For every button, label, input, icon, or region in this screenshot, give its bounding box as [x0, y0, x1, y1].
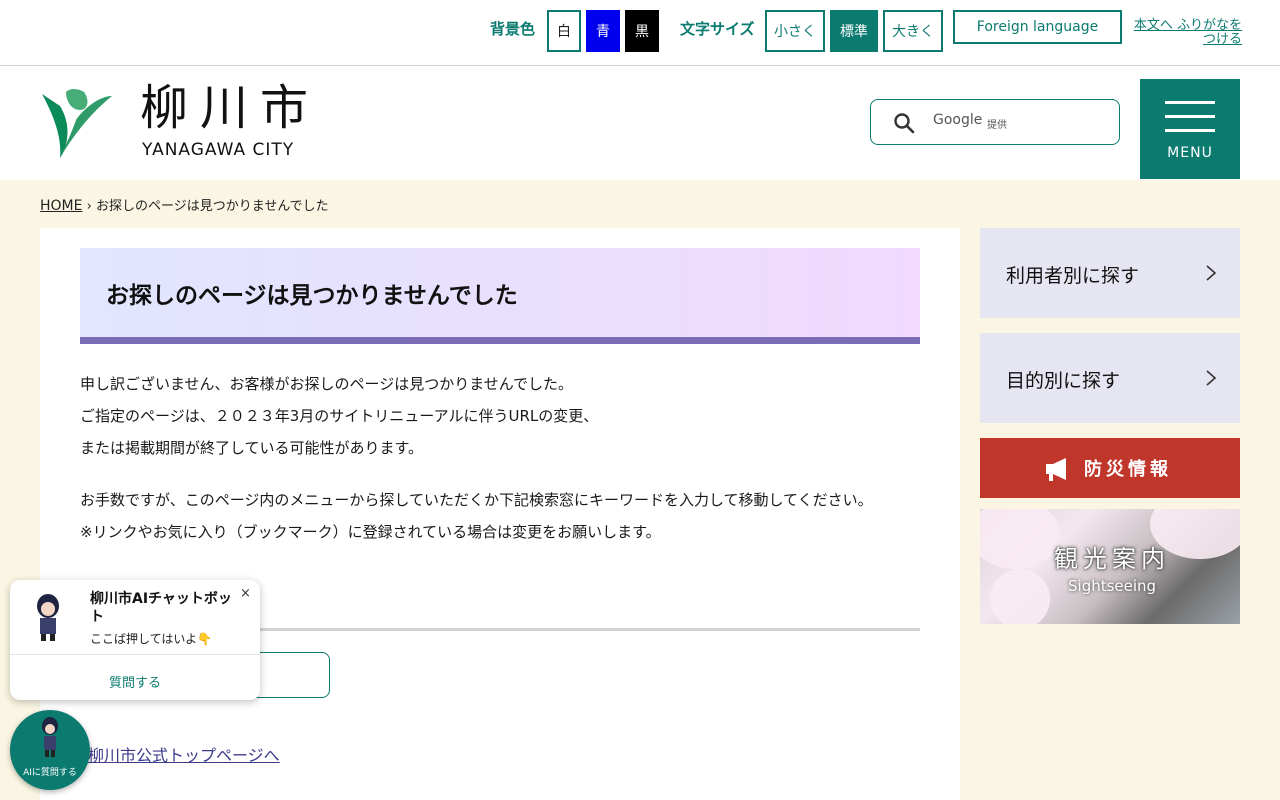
disaster-info-label: 防災情報: [1084, 459, 1172, 480]
close-icon[interactable]: ×: [240, 586, 251, 601]
cherry-blossom-decoration: [980, 509, 1060, 569]
hamburger-icon: [1165, 101, 1215, 104]
search-by-user-label: 利用者別に探す: [1006, 265, 1140, 287]
content-area: HOME › お探しのページは見つかりませんでした お探しのページは見つかりませ…: [0, 180, 1280, 800]
search-by-purpose-label: 目的別に探す: [1006, 370, 1121, 392]
chatbot-launcher-button[interactable]: AIに質問する: [10, 710, 90, 790]
ask-question-button[interactable]: 質問する: [10, 672, 260, 691]
message-line: ※リンクやお気に入り（ブックマーク）に登録されている場合は変更をお願いします。: [80, 523, 661, 541]
sightseeing-banner[interactable]: 観光案内 Sightseeing: [980, 509, 1240, 624]
sightseeing-english: Sightseeing: [1068, 577, 1157, 595]
chatbot-title: 柳川市AIチャットボット: [90, 591, 232, 625]
bg-blue-button[interactable]: 青: [586, 10, 620, 52]
menu-label: MENU: [1167, 145, 1213, 161]
top-page-link[interactable]: 柳川市公式トップページへ: [88, 742, 280, 766]
chevron-right-icon: [1206, 265, 1217, 281]
message-line: または掲載期間が終了している可能性があります。: [80, 439, 424, 457]
font-small-button[interactable]: 小さく: [765, 10, 825, 52]
mascot-avatar-icon: [42, 717, 58, 757]
utility-bar: 背景色 白 青 黒 文字サイズ 小さく 標準 大きく Foreign langu…: [0, 0, 1280, 66]
furigana-link[interactable]: 本文へ ふりがなをつける: [1132, 19, 1242, 47]
guidance-message: お手数ですが、このページ内のメニューから探していただくか下記検索窓にキーワードを…: [80, 484, 920, 548]
message-line: 申し訳ございません、お客様がお探しのページは見つかりませんでした。: [80, 375, 574, 393]
bg-white-button[interactable]: 白: [547, 10, 581, 52]
main-panel: お探しのページは見つかりませんでした 申し訳ございません、お客様がお探しのページ…: [40, 228, 960, 800]
breadcrumb: HOME › お探しのページは見つかりませんでした: [40, 195, 329, 214]
google-provided-label: 提供: [987, 120, 1007, 131]
cherry-blossom-decoration: [990, 569, 1050, 624]
logo-english: YANAGAWA CITY: [142, 140, 295, 160]
search-by-purpose-button[interactable]: 目的別に探す: [980, 333, 1240, 423]
font-standard-button[interactable]: 標準: [830, 10, 878, 52]
google-label: Google: [933, 112, 983, 128]
mascot-avatar-icon: [37, 594, 59, 641]
breadcrumb-current: お探しのページは見つかりませんでした: [95, 199, 329, 214]
divider: [10, 654, 260, 655]
megaphone-icon: [1046, 458, 1066, 481]
chatbot-popup[interactable]: 柳川市AIチャットボット ここば押してはいよ👇 × 質問する: [10, 580, 260, 700]
chatbot-subtitle: ここば押してはいよ👇: [90, 632, 213, 646]
page-title: お探しのページは見つかりませんでした: [106, 283, 518, 309]
not-found-message: 申し訳ございません、お客様がお探しのページは見つかりませんでした。 ご指定のペー…: [80, 368, 920, 464]
site-search-box[interactable]: Google 提供: [870, 99, 1120, 145]
background-color-label: 背景色: [490, 20, 536, 38]
chatbot-launcher-label: AIに質問する: [23, 768, 77, 778]
site-header: 柳川市 YANAGAWA CITY Google 提供 MENU: [0, 66, 1280, 180]
logo-japanese: 柳川市: [140, 80, 321, 136]
search-icon: [894, 113, 915, 134]
font-size-label: 文字サイズ: [680, 20, 755, 38]
foreign-language-button[interactable]: Foreign language: [953, 10, 1122, 44]
hamburger-icon: [1165, 129, 1215, 132]
sightseeing-japanese: 観光案内: [1054, 545, 1170, 573]
disaster-info-button[interactable]: 防災情報: [980, 438, 1240, 498]
message-line: ご指定のページは、２０２３年3月のサイトリニューアルに伴うURLの変更、: [80, 407, 599, 425]
breadcrumb-home-link[interactable]: HOME: [40, 198, 82, 214]
bg-black-button[interactable]: 黒: [625, 10, 659, 52]
hamburger-icon: [1165, 115, 1215, 118]
breadcrumb-separator: ›: [86, 199, 92, 214]
page-title-banner: お探しのページは見つかりませんでした: [80, 248, 920, 344]
search-by-user-button[interactable]: 利用者別に探す: [980, 228, 1240, 318]
chevron-right-icon: [1206, 370, 1217, 386]
yanagawa-logo-icon[interactable]: [40, 86, 114, 160]
font-large-button[interactable]: 大きく: [883, 10, 943, 52]
menu-button[interactable]: MENU: [1140, 79, 1240, 179]
message-line: お手数ですが、このページ内のメニューから探していただくか下記検索窓にキーワードを…: [80, 491, 873, 509]
